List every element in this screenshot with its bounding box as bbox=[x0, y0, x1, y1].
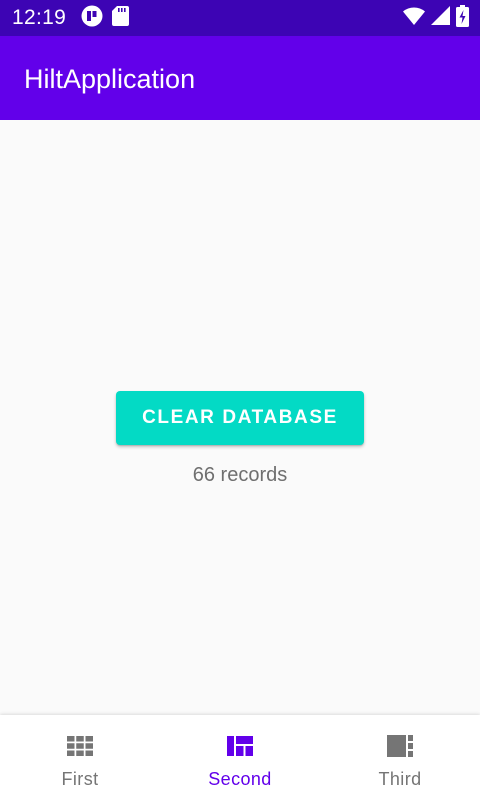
nav-item-second[interactable]: Second bbox=[160, 715, 320, 800]
main-content: CLEAR DATABASE 66 records bbox=[0, 120, 480, 715]
layout-icon bbox=[386, 734, 414, 758]
status-right-icons bbox=[403, 4, 469, 32]
app-title: HiltApplication bbox=[24, 64, 196, 94]
status-left-icons bbox=[81, 5, 129, 32]
records-count: 66 records bbox=[192, 464, 288, 486]
clear-database-button[interactable]: CLEAR DATABASE bbox=[116, 391, 364, 445]
sd-card-icon bbox=[112, 5, 129, 31]
cell-signal-icon bbox=[431, 6, 450, 30]
nav-label-third: Third bbox=[378, 769, 422, 789]
nav-label-second: Second bbox=[208, 769, 272, 789]
status-time: 12:19 bbox=[12, 6, 67, 29]
status-bar: 12:19 bbox=[0, 0, 480, 36]
app-bar: HiltApplication bbox=[0, 36, 480, 120]
grid-icon bbox=[66, 734, 94, 758]
screen: 12:19 HiltApplication CLEAR DATABASE 66 … bbox=[0, 0, 480, 800]
dashboard-icon bbox=[226, 734, 254, 758]
bottom-navigation: First Second Third bbox=[0, 715, 480, 800]
notification-app-icon bbox=[81, 5, 103, 32]
battery-icon bbox=[456, 4, 469, 32]
nav-item-first[interactable]: First bbox=[0, 715, 160, 800]
nav-label-first: First bbox=[61, 769, 99, 789]
wifi-icon bbox=[403, 6, 425, 30]
nav-item-third[interactable]: Third bbox=[320, 715, 480, 800]
